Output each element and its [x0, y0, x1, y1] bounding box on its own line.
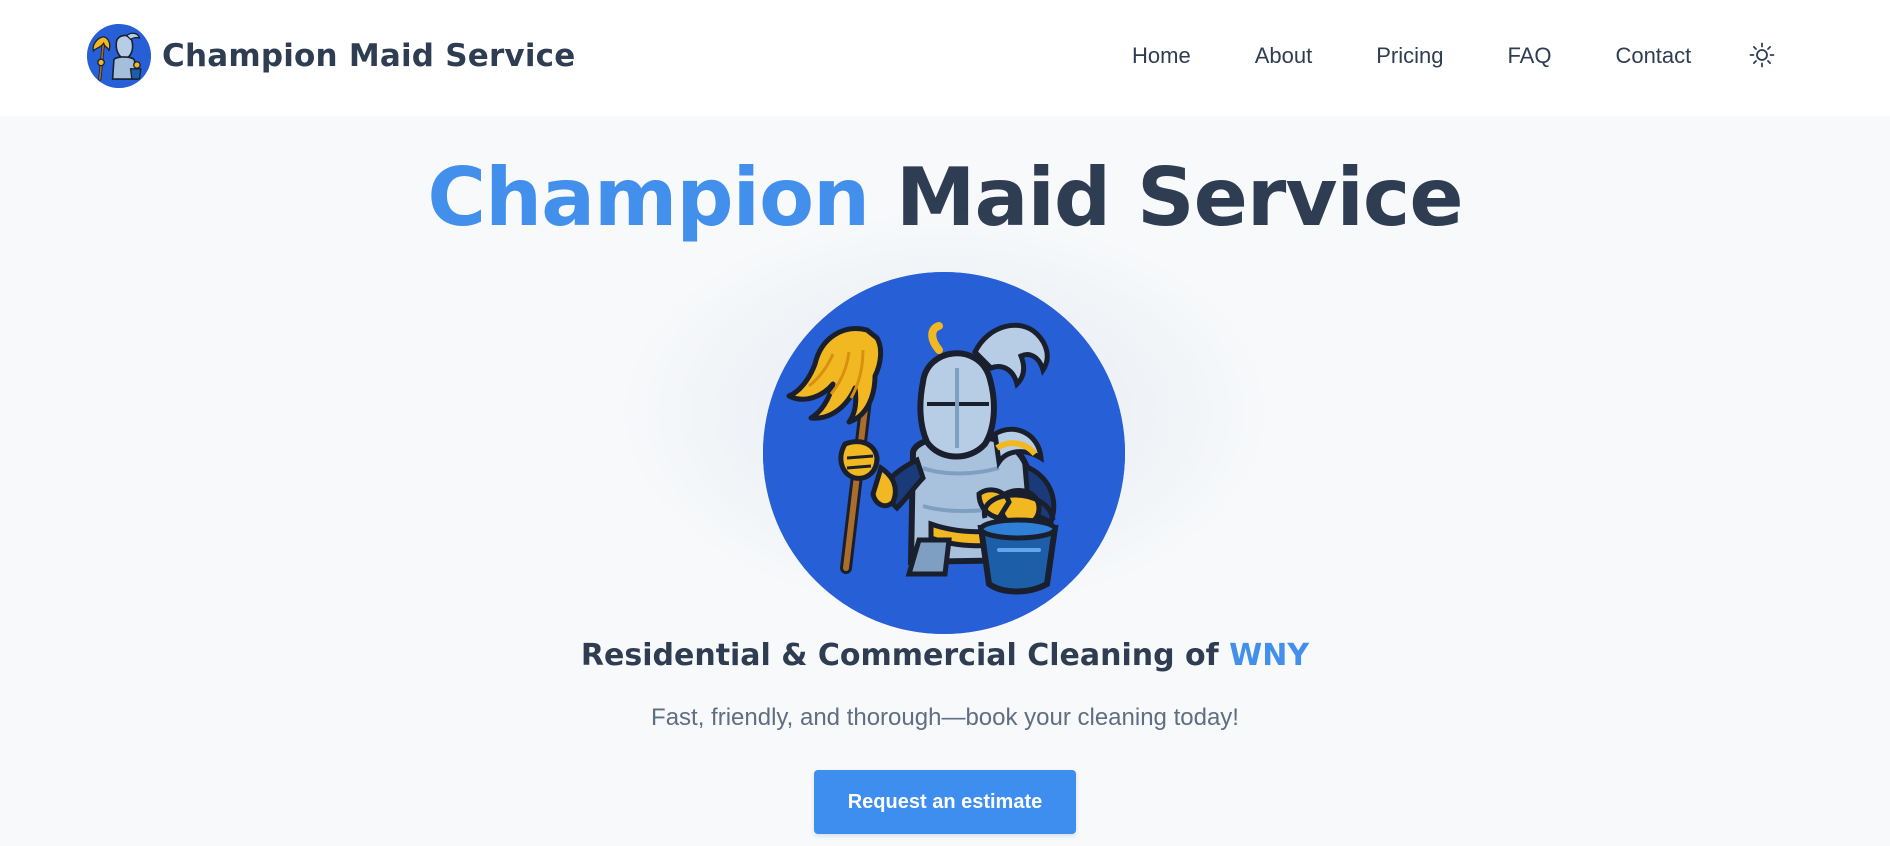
site-header: Champion Maid Service Home About Pricing… — [0, 0, 1890, 116]
brand-name: Champion Maid Service — [162, 38, 576, 74]
main-nav: Home About Pricing FAQ Contact — [1100, 0, 1779, 112]
knight-mascot-icon — [763, 272, 1125, 634]
brand-logo-icon — [87, 24, 151, 88]
nav-about-link[interactable]: About — [1255, 43, 1313, 69]
request-estimate-button[interactable]: Request an estimate — [814, 770, 1076, 834]
nav-home-link[interactable]: Home — [1132, 43, 1191, 69]
hero-tagline: Residential & Commercial Cleaning of WNY — [0, 638, 1890, 673]
hero-tagline-accent: WNY — [1229, 638, 1310, 673]
hero-section: Champion Maid Service Residential & Comm… — [0, 116, 1890, 846]
nav-pricing-link[interactable]: Pricing — [1376, 43, 1443, 69]
nav-contact-link[interactable]: Contact — [1615, 43, 1691, 69]
brand-link[interactable]: Champion Maid Service — [87, 24, 575, 88]
hero-title-accent: Champion — [427, 151, 870, 244]
hero-subtitle: Fast, friendly, and thorough—book your c… — [651, 704, 1239, 731]
hero-tagline-main: Residential & Commercial Cleaning of — [580, 638, 1230, 673]
nav-faq-link[interactable]: FAQ — [1507, 43, 1551, 69]
theme-toggle-button[interactable] — [1745, 39, 1779, 73]
sun-icon — [1748, 41, 1776, 72]
